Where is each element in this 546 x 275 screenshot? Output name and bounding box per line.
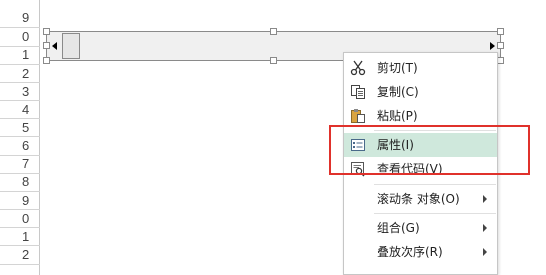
view-code-icon (350, 161, 366, 177)
row-number[interactable]: 1 (0, 228, 40, 246)
menu-label: 粘贴(P) (377, 109, 418, 123)
menu-item-group[interactable]: 组合(G) (344, 216, 497, 240)
scroll-thumb[interactable] (62, 33, 80, 59)
resize-handle[interactable] (270, 57, 277, 64)
paste-icon (350, 108, 366, 124)
menu-separator (374, 213, 496, 214)
row-number[interactable]: 0 (0, 210, 40, 228)
row-number[interactable]: 9 (0, 192, 40, 210)
row-number[interactable]: 0 (0, 28, 40, 46)
menu-label: 叠放次序(R) (377, 245, 443, 259)
resize-handle[interactable] (497, 42, 504, 49)
properties-icon (350, 137, 366, 153)
menu-item-properties[interactable]: 属性(I) (344, 133, 497, 157)
menu-label: 查看代码(V) (377, 162, 443, 176)
resize-handle[interactable] (497, 28, 504, 35)
submenu-arrow-icon (483, 195, 487, 203)
menu-item-paste[interactable]: 粘贴(P) (344, 104, 497, 128)
arrow-right-icon (490, 42, 495, 50)
submenu-arrow-icon (483, 248, 487, 256)
resize-handle[interactable] (270, 28, 277, 35)
menu-separator (374, 184, 496, 185)
row-number[interactable]: 3 (0, 83, 40, 101)
context-menu: 剪切(T) 复制(C) 粘贴(P) 属性(I) 查看代码(V) 滚动条 对象(O… (343, 52, 498, 275)
row-divider (0, 264, 40, 265)
menu-label: 复制(C) (377, 85, 419, 99)
menu-label: 滚动条 对象(O) (377, 192, 460, 206)
menu-item-order[interactable]: 叠放次序(R) (344, 240, 497, 264)
row-number[interactable]: 9 (0, 9, 40, 27)
menu-item-cut[interactable]: 剪切(T) (344, 56, 497, 80)
menu-label: 剪切(T) (377, 61, 418, 75)
menu-separator (374, 130, 496, 131)
row-number[interactable]: 1 (0, 46, 40, 64)
resize-handle[interactable] (43, 57, 50, 64)
menu-item-view-code[interactable]: 查看代码(V) (344, 157, 497, 181)
menu-item-copy[interactable]: 复制(C) (344, 80, 497, 104)
row-number[interactable]: 2 (0, 65, 40, 83)
resize-handle[interactable] (497, 57, 504, 64)
menu-label: 属性(I) (377, 138, 414, 152)
row-number[interactable]: 8 (0, 173, 40, 191)
arrow-left-icon (52, 42, 57, 50)
copy-icon (350, 84, 366, 100)
row-number[interactable]: 5 (0, 119, 40, 137)
submenu-arrow-icon (483, 224, 487, 232)
row-number[interactable]: 6 (0, 137, 40, 155)
scroll-left-button[interactable] (49, 33, 62, 59)
row-number[interactable]: 2 (0, 246, 40, 264)
menu-item-scrollbar-object[interactable]: 滚动条 对象(O) (344, 187, 497, 211)
resize-handle[interactable] (43, 42, 50, 49)
row-number[interactable]: 4 (0, 101, 40, 119)
row-header: 9 0 1 2 3 4 5 6 7 8 9 0 1 2 (0, 0, 40, 275)
row-number[interactable]: 7 (0, 155, 40, 173)
scissors-icon (350, 60, 366, 76)
resize-handle[interactable] (43, 28, 50, 35)
menu-label: 组合(G) (377, 221, 420, 235)
